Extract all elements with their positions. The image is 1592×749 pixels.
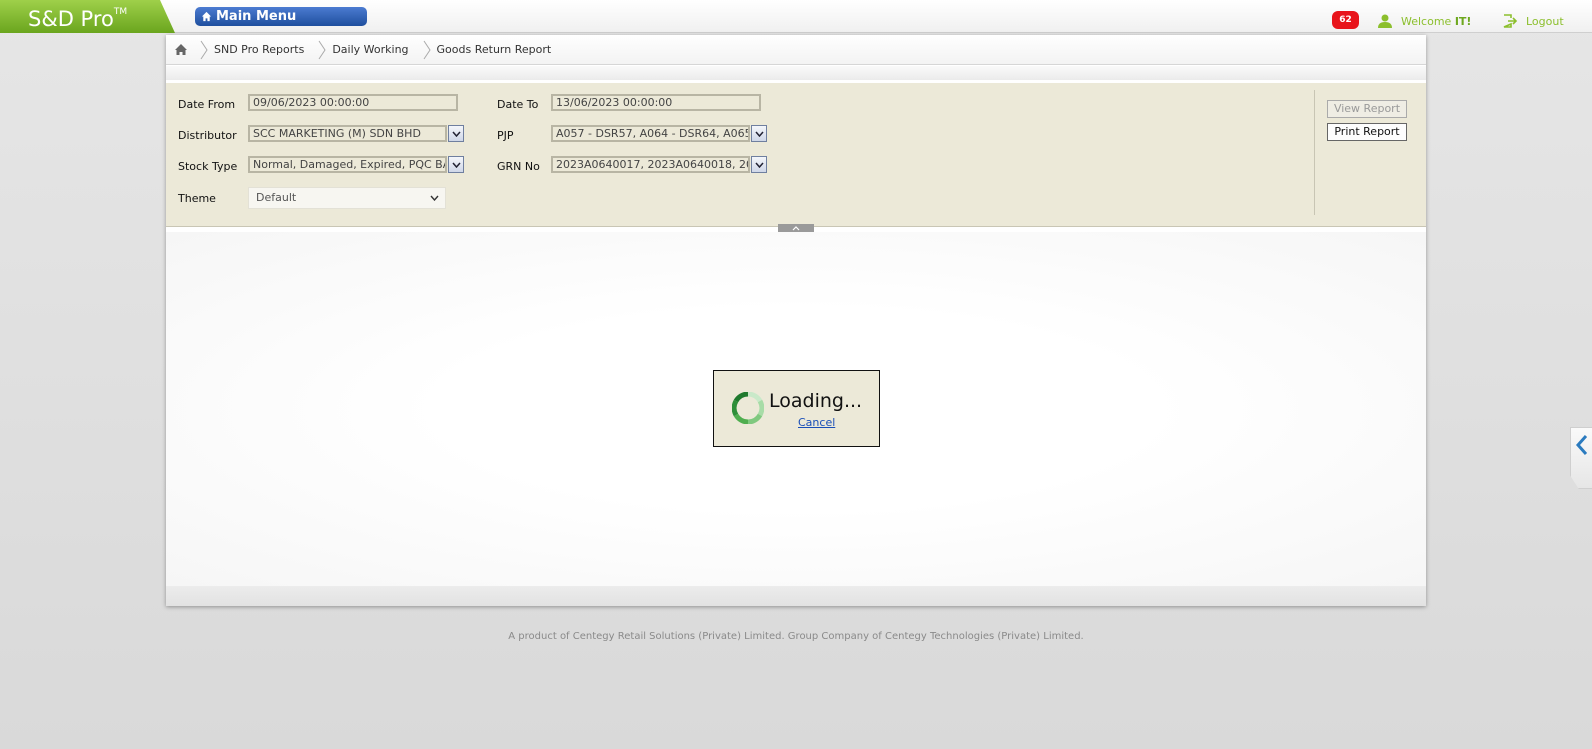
chevron-down-icon — [754, 162, 764, 168]
app-logo: S&D ProTM — [0, 0, 175, 33]
view-report-button[interactable]: View Report — [1327, 100, 1407, 118]
chevron-down-icon — [430, 195, 439, 201]
chevron-up-icon — [792, 225, 800, 230]
chevron-right-icon — [314, 35, 330, 65]
theme-value: Default — [256, 191, 297, 204]
breadcrumb-home[interactable] — [166, 43, 196, 56]
stock-type-dropdown-button[interactable] — [448, 156, 464, 173]
theme-select[interactable]: Default — [248, 187, 446, 209]
chevron-down-icon — [451, 131, 461, 137]
welcome-text: Welcome IT! — [1401, 14, 1472, 28]
top-bar: S&D ProTM Main Menu 62 Welcome IT! Logou… — [0, 0, 1592, 33]
home-icon — [201, 11, 212, 22]
theme-label: Theme — [178, 192, 216, 205]
stock-type-label: Stock Type — [178, 160, 238, 173]
panel-footer-band — [166, 586, 1426, 606]
collapse-toggle[interactable] — [778, 224, 814, 232]
date-to-label: Date To — [497, 98, 539, 111]
footer-copyright: A product of Centegy Retail Solutions (P… — [508, 631, 1084, 642]
chevron-right-icon — [196, 35, 212, 65]
chevron-left-icon — [1575, 435, 1587, 455]
main-menu-button[interactable]: Main Menu — [195, 7, 367, 26]
distributor-dropdown-button[interactable] — [448, 125, 464, 142]
date-to-input[interactable]: 13/06/2023 00:00:00 — [551, 94, 761, 111]
print-report-button[interactable]: Print Report — [1327, 123, 1407, 141]
cancel-link[interactable]: Cancel — [798, 416, 835, 429]
logout-label: Logout — [1526, 14, 1564, 28]
notification-badge[interactable]: 62 — [1332, 11, 1359, 29]
parameter-area: Date From 09/06/2023 00:00:00 Date To 13… — [166, 83, 1426, 227]
loading-dialog: Loading... Cancel — [713, 370, 880, 447]
pjp-select[interactable]: A057 - DSR57, A064 - DSR64, A065 — [551, 125, 750, 142]
divider — [1314, 90, 1315, 215]
user-icon — [1378, 14, 1392, 28]
loading-text: Loading... — [769, 390, 863, 412]
welcome-user[interactable]: Welcome IT! — [1377, 12, 1471, 30]
grn-no-dropdown-button[interactable] — [751, 156, 767, 173]
report-panel: SND Pro Reports Daily Working Goods Retu… — [166, 35, 1426, 606]
breadcrumb-item[interactable]: Daily Working — [330, 43, 418, 56]
chevron-down-icon — [451, 162, 461, 168]
header-band — [166, 66, 1426, 80]
distributor-label: Distributor — [178, 129, 237, 142]
date-from-label: Date From — [178, 98, 236, 111]
breadcrumb: SND Pro Reports Daily Working Goods Retu… — [166, 35, 1426, 65]
stock-type-select[interactable]: Normal, Damaged, Expired, PQC BA — [248, 156, 447, 173]
home-icon — [175, 44, 187, 55]
spinner-icon — [732, 392, 764, 424]
main-menu-label: Main Menu — [216, 9, 297, 24]
chevron-right-icon — [419, 35, 435, 65]
grn-no-select[interactable]: 2023A0640017, 2023A0640018, 20 — [551, 156, 750, 173]
breadcrumb-item[interactable]: SND Pro Reports — [212, 43, 314, 56]
breadcrumb-item[interactable]: Goods Return Report — [435, 43, 562, 56]
side-panel-toggle[interactable] — [1570, 427, 1592, 489]
logout-icon — [1503, 14, 1518, 28]
logout-button[interactable]: Logout — [1503, 12, 1564, 30]
pjp-dropdown-button[interactable] — [751, 125, 767, 142]
grn-no-label: GRN No — [497, 160, 540, 173]
chevron-down-icon — [754, 131, 764, 137]
distributor-select[interactable]: SCC MARKETING (M) SDN BHD — [248, 125, 447, 142]
date-from-input[interactable]: 09/06/2023 00:00:00 — [248, 94, 458, 111]
pjp-label: PJP — [497, 129, 514, 142]
